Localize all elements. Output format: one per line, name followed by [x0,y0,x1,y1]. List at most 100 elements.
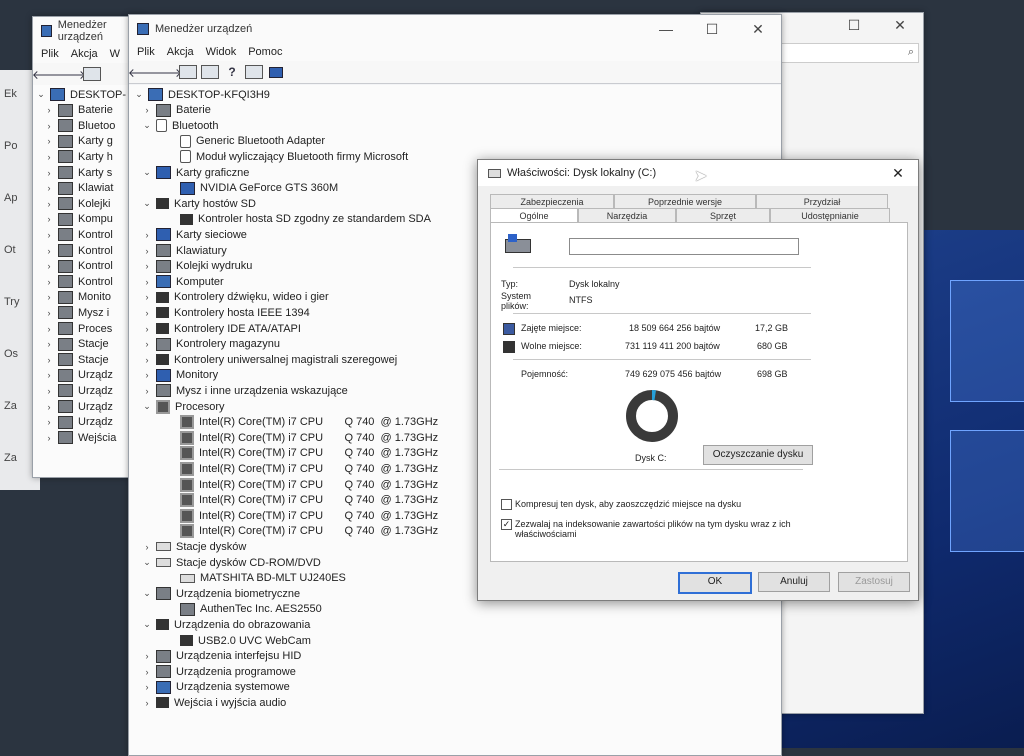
tree-category[interactable]: › Kolejki wydruku [143,259,252,274]
tree-device[interactable]: Moduł wyliczający Bluetooth firmy Micros… [167,149,408,164]
back-tree-category[interactable]: › Kompu [45,212,113,227]
menu-item[interactable]: Pomoc [248,46,282,58]
properties-icon[interactable] [83,66,101,82]
back-tree-category[interactable]: › Karty g [45,134,113,149]
tree-device[interactable]: Intel(R) Core(TM) i7 CPU Q 740 @ 1.73GHz [167,415,438,430]
tree-category[interactable]: › Stacje dysków [143,539,247,554]
left-window-nav-item[interactable]: Po [4,140,17,152]
back-tree-category[interactable]: › Proces [45,321,112,336]
chevron-right-icon[interactable]: › [45,199,53,209]
back-tree-root[interactable]: ⌄ DESKTOP- [37,87,126,102]
volume-name-field[interactable] [569,238,799,255]
list-view-icon[interactable] [245,64,263,80]
tree-category[interactable]: › Kontrolery magazynu [143,337,280,352]
chevron-right-icon[interactable]: › [143,386,151,396]
chevron-right-icon[interactable]: › [143,105,151,115]
chevron-right-icon[interactable]: › [143,246,151,256]
back-tree-category[interactable]: › Kontrol [45,227,113,242]
tree-category[interactable]: › Urządzenia programowe [143,664,296,679]
tree-category[interactable]: › Komputer [143,274,224,289]
tree-device[interactable]: Intel(R) Core(TM) i7 CPU Q 740 @ 1.73GHz [167,524,438,539]
apply-button[interactable]: Zastosuj [838,572,910,592]
close-button[interactable]: ✕ [735,21,781,38]
chevron-right-icon[interactable]: › [45,355,53,365]
tree-device[interactable]: MATSHITA BD-MLT UJ240ES [167,571,346,586]
compress-checkbox[interactable] [501,499,512,510]
chevron-right-icon[interactable]: › [45,402,53,412]
cancel-button[interactable]: Anuluj [758,572,830,592]
chevron-right-icon[interactable]: › [45,339,53,349]
chevron-down-icon[interactable]: ⌄ [143,557,151,568]
chevron-down-icon[interactable]: ⌄ [143,588,151,599]
back-tree-category[interactable]: › Bluetoo [45,118,115,133]
chevron-right-icon[interactable]: › [45,277,53,287]
chevron-right-icon[interactable]: › [143,542,151,552]
chevron-right-icon[interactable]: › [45,183,53,193]
menu-item[interactable]: Widok [206,46,237,58]
minimize-button[interactable]: — [643,21,689,38]
chevron-right-icon[interactable]: › [143,698,151,708]
back-tree-category[interactable]: › Urządz [45,368,113,383]
tree-device[interactable]: USB2.0 UVC WebCam [167,633,311,648]
left-window-nav-item[interactable]: Ap [4,192,17,204]
back-tree-category[interactable]: › Kolejki [45,196,110,211]
tree-root[interactable]: ⌄ DESKTOP-KFQI3H9 [135,87,270,102]
tree-category[interactable]: ⌄ Bluetooth [143,118,218,133]
tree-device[interactable]: Intel(R) Core(TM) i7 CPU Q 740 @ 1.73GHz [167,493,438,508]
tree-category[interactable]: ⌄ Stacje dysków CD-ROM/DVD [143,555,321,570]
tree-device[interactable]: Kontroler hosta SD zgodny ze standardem … [167,212,431,227]
back-tree-category[interactable]: › Karty s [45,165,112,180]
chevron-right-icon[interactable]: › [143,370,151,380]
back-tree-category[interactable]: › Kontrol [45,274,113,289]
back-tree-category[interactable]: › Kontrol [45,259,113,274]
chevron-right-icon[interactable]: › [143,292,151,302]
maximize-button[interactable]: ☐ [689,21,735,38]
back-tree-category[interactable]: › Urządz [45,383,113,398]
left-window-nav-item[interactable]: Ot [4,244,16,256]
dialog-close-button[interactable]: ✕ [878,165,918,182]
tree-category[interactable]: ⌄ Urządzenia biometryczne [143,586,300,601]
tree-device[interactable]: Intel(R) Core(TM) i7 CPU Q 740 @ 1.73GHz [167,508,438,523]
show-hidden-icon[interactable] [179,64,197,80]
properties-icon[interactable] [201,64,219,80]
menu-item[interactable]: Akcja [71,48,98,60]
forward-arrow-icon[interactable]: 🡒 [150,64,182,80]
menu-item[interactable]: Akcja [167,46,194,58]
tree-category[interactable]: › Urządzenia interfejsu HID [143,649,301,664]
tree-device[interactable]: Intel(R) Core(TM) i7 CPU Q 740 @ 1.73GHz [167,477,438,492]
chevron-down-icon[interactable]: ⌄ [143,120,151,131]
back-tree-category[interactable]: › Wejścia [45,430,116,445]
chevron-right-icon[interactable]: › [143,324,151,334]
chevron-right-icon[interactable]: › [45,105,53,115]
chevron-right-icon[interactable]: › [143,230,151,240]
tree-category[interactable]: › Urządzenia systemowe [143,680,290,695]
chevron-right-icon[interactable]: › [45,292,53,302]
chevron-down-icon[interactable]: ⌄ [143,167,151,178]
back-tree-category[interactable]: › Stacje [45,337,109,352]
tree-device[interactable]: NVIDIA GeForce GTS 360M [167,181,338,196]
tree-category[interactable]: › Mysz i inne urządzenia wskazujące [143,383,348,398]
menu-item[interactable]: Plik [41,48,59,60]
chevron-right-icon[interactable]: › [45,324,53,334]
tree-device[interactable]: Intel(R) Core(TM) i7 CPU Q 740 @ 1.73GHz [167,461,438,476]
explorer-close-button[interactable]: ✕ [877,17,923,34]
chevron-right-icon[interactable]: › [45,230,53,240]
chevron-right-icon[interactable]: › [45,168,53,178]
chevron-right-icon[interactable]: › [45,136,53,146]
tree-category[interactable]: › Monitory [143,368,218,383]
chevron-down-icon[interactable]: ⌄ [135,89,143,100]
left-window-nav-item[interactable]: Ek [4,88,17,100]
explorer-maximize-button[interactable]: ☐ [831,17,877,34]
tree-category[interactable]: › Kontrolery dźwięku, wideo i gier [143,290,329,305]
tree-category[interactable]: › Wejścia i wyjścia audio [143,695,287,710]
chevron-right-icon[interactable]: › [45,433,53,443]
left-window-nav-item[interactable]: Za [4,452,17,464]
tree-category[interactable]: › Kontrolery uniwersalnej magistrali szer… [143,352,398,367]
back-tree-category[interactable]: › Urządz [45,415,113,430]
back-tree-category[interactable]: › Monito [45,290,111,305]
chevron-down-icon[interactable]: ⌄ [143,198,151,209]
menu-item[interactable]: Plik [137,46,155,58]
left-window-nav-item[interactable]: Os [4,348,18,360]
chevron-right-icon[interactable]: › [45,417,53,427]
tree-device[interactable]: Intel(R) Core(TM) i7 CPU Q 740 @ 1.73GHz [167,446,438,461]
